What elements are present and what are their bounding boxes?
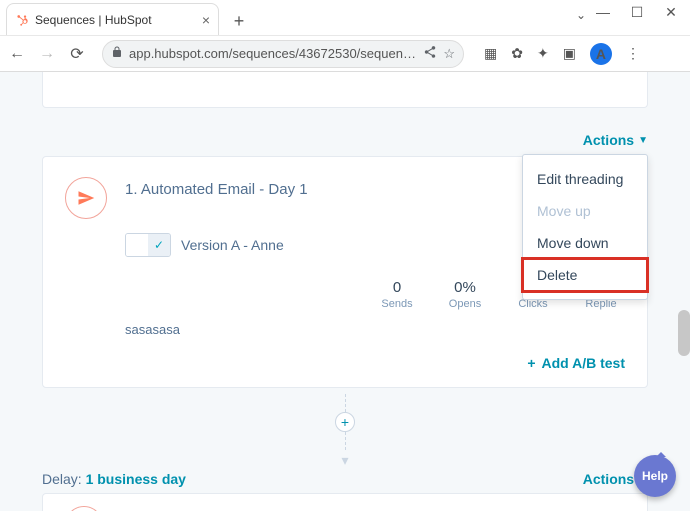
browser-menu-icon[interactable]: ⋮: [626, 45, 640, 62]
add-ab-label: Add A/B test: [542, 355, 625, 371]
stat-sends: 0 Sends: [377, 279, 417, 310]
connector-line: [345, 432, 346, 450]
menu-delete[interactable]: Delete: [523, 259, 647, 291]
tab-search-icon[interactable]: ⌄: [576, 8, 586, 22]
stat-label: Sends: [377, 298, 417, 310]
tab-close-icon[interactable]: ×: [202, 12, 210, 28]
page-content: Actions ▼ Edit threading Move up Move do…: [42, 72, 648, 511]
bookmark-icon[interactable]: ☆: [443, 46, 455, 62]
extensions-puzzle-icon[interactable]: ✦: [537, 45, 549, 62]
check-icon: ✓: [154, 238, 164, 252]
window-controls: ― ☐ ✕: [586, 4, 688, 21]
send-icon: [65, 177, 107, 219]
lock-icon: [111, 46, 123, 61]
profile-avatar[interactable]: A: [590, 43, 612, 65]
stat-value: 0: [377, 279, 417, 296]
version-toggle[interactable]: ✓: [125, 233, 171, 257]
window-maximize-icon[interactable]: ☐: [628, 4, 646, 21]
actions-menu: Edit threading Move up Move down Delete: [522, 154, 648, 300]
add-ab-row: + Add A/B test: [65, 355, 625, 371]
sequence-step-card-2: [42, 493, 648, 511]
send-icon: [65, 506, 103, 511]
version-label: Version A - Anne: [181, 237, 284, 253]
step-title: 1. Automated Email - Day 1: [125, 181, 308, 198]
menu-move-up: Move up: [523, 195, 647, 227]
share-icon[interactable]: [423, 45, 437, 62]
extension-1-icon[interactable]: ▦: [484, 45, 497, 62]
delay-value[interactable]: 1 business day: [86, 471, 186, 487]
address-bar[interactable]: app.hubspot.com/sequences/43672530/seque…: [102, 40, 464, 68]
extension-icons: ▦ ✿ ✦ ▣ A ⋮: [484, 43, 640, 65]
extension-3-icon[interactable]: ▣: [563, 45, 576, 62]
nav-reload-icon[interactable]: ⟳: [68, 44, 86, 64]
hubspot-favicon-icon: [15, 13, 29, 27]
actions-label: Actions: [583, 132, 634, 148]
menu-move-down[interactable]: Move down: [523, 227, 647, 259]
stat-value: 0%: [445, 279, 485, 296]
page-viewport: Actions ▼ Edit threading Move up Move do…: [0, 72, 690, 511]
browser-tab[interactable]: Sequences | HubSpot ×: [6, 3, 219, 35]
extension-2-icon[interactable]: ✿: [511, 45, 523, 62]
chevron-down-icon: ▼: [638, 135, 648, 146]
tab-title: Sequences | HubSpot: [35, 13, 196, 27]
plus-icon: +: [527, 355, 535, 371]
add-step-button[interactable]: +: [335, 412, 355, 432]
browser-toolbar: ← → ⟳ app.hubspot.com/sequences/43672530…: [0, 36, 690, 72]
browser-titlebar: Sequences | HubSpot × + ⌄ ― ☐ ✕: [0, 0, 690, 36]
scrollbar-thumb[interactable]: [678, 310, 690, 356]
actions-dropdown-button[interactable]: Actions ▼: [583, 132, 648, 148]
stat-label: Opens: [445, 298, 485, 310]
new-tab-button[interactable]: +: [225, 7, 253, 35]
toggle-half-empty[interactable]: [126, 234, 148, 256]
toggle-half-check[interactable]: ✓: [148, 234, 170, 256]
url-text: app.hubspot.com/sequences/43672530/seque…: [129, 46, 417, 61]
stat-opens: 0% Opens: [445, 279, 485, 310]
actions-label: Actions: [583, 471, 634, 487]
window-minimize-icon[interactable]: ―: [594, 4, 612, 21]
connector-line: [345, 394, 346, 412]
step-actions-row: Actions ▼ Edit threading Move up Move do…: [42, 132, 648, 148]
arrow-down-icon: ▾: [341, 452, 348, 469]
delay-label: Delay:: [42, 471, 82, 487]
step-connector: + ▾: [42, 394, 648, 469]
nav-back-icon[interactable]: ←: [8, 45, 26, 63]
delay-row: Delay: 1 business day Actions ▼: [42, 471, 648, 487]
email-preview-text: sasasasa: [125, 322, 625, 337]
menu-edit-threading[interactable]: Edit threading: [523, 163, 647, 195]
previous-card-edge: [42, 72, 648, 108]
add-ab-test-button[interactable]: + Add A/B test: [527, 355, 625, 371]
nav-forward-icon[interactable]: →: [38, 45, 56, 63]
delay-block: Delay: 1 business day: [42, 471, 186, 487]
help-button[interactable]: Help: [634, 455, 676, 497]
window-close-icon[interactable]: ✕: [662, 4, 680, 21]
